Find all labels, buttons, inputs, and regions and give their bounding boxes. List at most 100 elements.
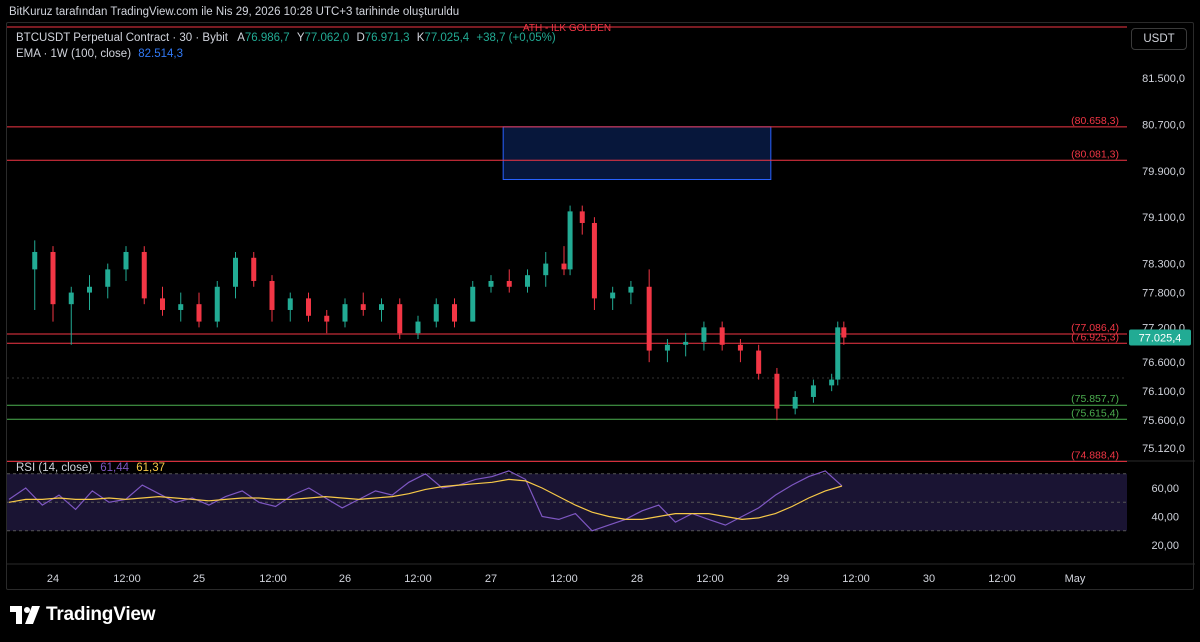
level-label: (76.925,3) [1071,331,1119,343]
candle-body[interactable] [287,298,293,310]
time-tick-label: 29 [777,573,789,585]
candle-body[interactable] [342,304,348,322]
time-tick-label: 12:00 [259,573,287,585]
candle-body[interactable] [646,286,652,351]
candle-body[interactable] [591,222,597,299]
candle-body[interactable] [178,304,184,310]
level-label: (80.658,3) [1071,115,1119,127]
rsi-ma-value: 61,37 [136,462,166,474]
candle-body[interactable] [841,327,847,338]
level-label: (75.615,4) [1071,407,1119,419]
candle-body[interactable] [452,304,457,322]
candle-body[interactable] [737,344,743,351]
candle-body[interactable] [324,315,330,322]
candle-body[interactable] [68,292,74,305]
candle-body[interactable] [579,211,585,223]
price-tick-label: 75.600,0 [1142,415,1185,427]
rsi-value: 61,44 [100,462,130,474]
open-value: 76.986,7 [244,32,290,44]
candle-body[interactable] [488,280,494,287]
rsi-tick-label: 60,00 [1151,483,1179,495]
time-tick-label: 12:00 [113,573,141,585]
candle-body[interactable] [835,327,841,380]
low-key: D [356,32,365,44]
high-key: Y [296,32,305,44]
time-tick-label: 12:00 [842,573,870,585]
candle-body[interactable] [683,341,689,345]
candle-body[interactable] [360,304,366,310]
ema-legend: EMA · 1W (100, close) 82.514,3 [16,48,183,60]
time-tick-label: 12:00 [988,573,1016,585]
candle-body[interactable] [701,327,707,342]
time-tick-label: 12:00 [550,573,578,585]
time-tick-label: 26 [339,573,351,585]
candle-body[interactable] [610,292,616,299]
price-tick-label: 75.120,0 [1142,443,1185,455]
rsi-legend: RSI (14, close) 61,44 61,37 [16,462,165,474]
candle-body[interactable] [415,321,421,334]
candle-body[interactable] [829,379,835,386]
candle-body[interactable] [810,385,816,397]
candle-body[interactable] [628,286,634,293]
time-tick-label: 12:00 [404,573,432,585]
time-tick-label: 30 [923,573,935,585]
candle-body[interactable] [664,344,670,351]
rsi-tick-label: 20,00 [1151,540,1179,552]
candle-body[interactable] [141,251,147,299]
candle-body[interactable] [251,257,257,281]
candle-body[interactable] [543,263,549,276]
candle-body[interactable] [397,304,403,334]
candle-body[interactable] [160,298,165,310]
level-label: (80.081,3) [1071,148,1119,160]
low-value: 76.971,3 [364,32,410,44]
candle-body[interactable] [32,251,38,270]
candle-body[interactable] [123,251,129,270]
time-tick-label: 28 [631,573,643,585]
close-value: 77.025,4 [424,32,470,44]
chart-svg[interactable]: ATH - ILK GOLDEN(80.658,3)(80.081,3)(77.… [7,23,1195,591]
candle-body[interactable] [774,373,780,409]
candle-body[interactable] [306,298,311,316]
candle-body[interactable] [567,211,573,270]
price-tick-label: 79.100,0 [1142,212,1185,224]
price-tick-label: 76.100,0 [1142,386,1185,398]
high-value: 77.062,0 [304,32,350,44]
candle-body[interactable] [50,251,56,305]
chart-panel[interactable]: ATH - ILK GOLDEN (80.658,3) (80.081,3) (77.… [6,22,1195,591]
candle-body[interactable] [269,280,275,310]
demand-zone [502,126,772,180]
screenshot-frame: BitKuruz tarafından TradingView.com ile … [0,0,1200,642]
level-label: (74.888,4) [1071,449,1119,461]
change-value: +38,7 (+0,05%) [476,32,556,44]
candle-body[interactable] [196,304,202,322]
candle-body[interactable] [87,286,92,293]
chart-caption: BitKuruz tarafından TradingView.com ile … [9,6,460,18]
tradingview-logo[interactable]: TradingView [10,603,156,627]
price-tick-label: 77.800,0 [1142,288,1185,300]
candle-body[interactable] [525,275,530,287]
open-key: A [237,32,245,44]
ema-label[interactable]: EMA · 1W (100, close) [16,48,131,60]
candle-body[interactable] [719,327,725,345]
candle-body[interactable] [379,304,384,310]
candle-body[interactable] [506,280,512,287]
current-price-label: 77.025,4 [1139,332,1182,344]
candle-body[interactable] [233,257,238,287]
brand-name: TradingView [46,604,156,625]
rsi-label[interactable]: RSI (14, close) [16,462,92,474]
symbol-name[interactable]: BTCUSDT Perpetual Contract · 30 · Bybit [16,32,228,44]
candle-body[interactable] [105,269,111,287]
time-tick-label: 25 [193,573,205,585]
candle-body[interactable] [756,350,762,374]
level-label: (75.857,7) [1071,393,1119,405]
candle-body[interactable] [561,263,567,270]
symbol-legend: BTCUSDT Perpetual Contract · 30 · Bybit … [16,32,556,44]
time-tick-label: May [1065,573,1086,585]
candle-body[interactable] [470,286,476,322]
candle-body[interactable] [433,304,439,322]
candle-body[interactable] [792,396,798,409]
candle-body[interactable] [214,286,220,322]
currency-button[interactable]: USDT [1131,28,1187,50]
time-tick-label: 12:00 [696,573,724,585]
price-tick-label: 76.600,0 [1142,357,1185,369]
